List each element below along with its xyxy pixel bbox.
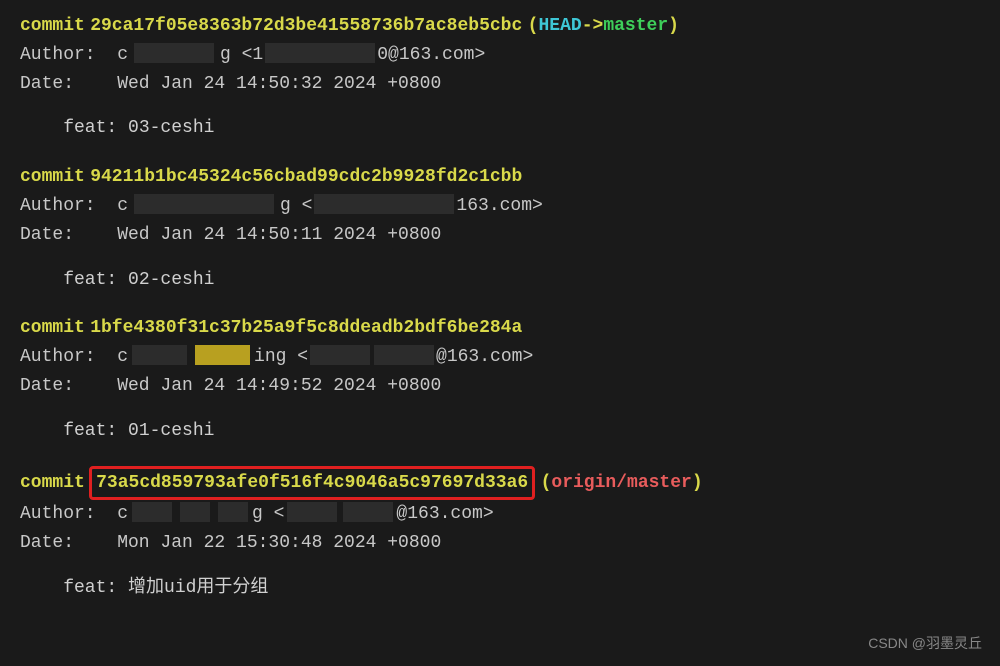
date-value: Wed Jan 24 14:49:52 2024 +0800 <box>117 372 441 401</box>
redacted-name-3 <box>218 502 248 522</box>
redacted-email-2 <box>343 502 393 522</box>
author-email-suffix: 163.com> <box>456 192 542 221</box>
redacted-name <box>134 43 214 63</box>
commit-message: feat: 01-ceshi <box>20 417 980 446</box>
date-line: Date: Mon Jan 22 15:30:48 2024 +0800 <box>20 529 980 558</box>
author-suffix: ing < <box>254 343 308 372</box>
commit-label: commit <box>20 12 85 41</box>
commit-hash: 29ca17f05e8363b72d3be41558736b7ac8eb5cbc <box>90 12 522 41</box>
redacted-name-1 <box>132 502 172 522</box>
author-prefix: c <box>117 192 128 221</box>
commit-header-line: commit 1bfe4380f31c37b25a9f5c8ddeadb2bdf… <box>20 314 980 343</box>
date-line: Date: Wed Jan 24 14:50:11 2024 +0800 <box>20 221 980 250</box>
date-line: Date: Wed Jan 24 14:49:52 2024 +0800 <box>20 372 980 401</box>
redacted-name-2 <box>195 345 250 365</box>
commit-entry-2: commit 94211b1bc45324c56cbad99cdc2b9928f… <box>20 163 980 294</box>
date-value: Wed Jan 24 14:50:11 2024 +0800 <box>117 221 441 250</box>
paren-open: ( <box>541 469 552 498</box>
watermark: CSDN @羽墨灵丘 <box>868 632 982 654</box>
redacted-email <box>314 194 454 214</box>
author-email-suffix: @163.com> <box>436 343 533 372</box>
author-label: Author: <box>20 500 117 529</box>
ref-master: master <box>603 12 668 41</box>
author-line: Author: c g < @163.com> <box>20 500 980 529</box>
redacted-email <box>265 43 375 63</box>
date-label: Date: <box>20 70 117 99</box>
commit-entry-4: commit 73a5cd859793afe0f516f4c9046a5c976… <box>20 466 980 603</box>
commit-message: feat: 增加uid用于分组 <box>20 574 980 603</box>
author-email-suffix: 0@163.com> <box>377 41 485 70</box>
commit-header-line: commit 73a5cd859793afe0f516f4c9046a5c976… <box>20 466 980 501</box>
author-suffix: g < <box>252 500 284 529</box>
author-suffix: g < <box>280 192 312 221</box>
highlighted-hash-box: 73a5cd859793afe0f516f4c9046a5c97697d33a6 <box>89 466 535 501</box>
commit-header-line: commit 29ca17f05e8363b72d3be41558736b7ac… <box>20 12 980 41</box>
paren-close: ) <box>668 12 679 41</box>
commit-entry-3: commit 1bfe4380f31c37b25a9f5c8ddeadb2bdf… <box>20 314 980 445</box>
commit-label: commit <box>20 163 85 192</box>
date-label: Date: <box>20 221 117 250</box>
commit-label: commit <box>20 469 85 498</box>
ref-arrow: -> <box>582 12 604 41</box>
commit-header-line: commit 94211b1bc45324c56cbad99cdc2b9928f… <box>20 163 980 192</box>
redacted-name-2 <box>180 502 210 522</box>
ref-origin-master: origin/master <box>551 469 691 498</box>
commit-hash: 1bfe4380f31c37b25a9f5c8ddeadb2bdf6be284a <box>90 314 522 343</box>
date-label: Date: <box>20 372 117 401</box>
author-prefix: c <box>117 41 128 70</box>
paren-open: ( <box>528 12 539 41</box>
author-line: Author: c g < 163.com> <box>20 192 980 221</box>
date-line: Date: Wed Jan 24 14:50:32 2024 +0800 <box>20 70 980 99</box>
redacted-email-1 <box>310 345 370 365</box>
author-line: Author: c g <1 0@163.com> <box>20 41 980 70</box>
commit-message: feat: 02-ceshi <box>20 266 980 295</box>
commit-hash: 94211b1bc45324c56cbad99cdc2b9928fd2c1cbb <box>90 163 522 192</box>
author-suffix: g <1 <box>220 41 263 70</box>
date-label: Date: <box>20 529 117 558</box>
ref-head: HEAD <box>538 12 581 41</box>
date-value: Mon Jan 22 15:30:48 2024 +0800 <box>117 529 441 558</box>
commit-hash: 73a5cd859793afe0f516f4c9046a5c97697d33a6 <box>96 473 528 493</box>
author-email-suffix: @163.com> <box>396 500 493 529</box>
commit-message: feat: 03-ceshi <box>20 114 980 143</box>
author-prefix: c <box>117 343 128 372</box>
redacted-name-1 <box>132 345 187 365</box>
author-label: Author: <box>20 343 117 372</box>
date-value: Wed Jan 24 14:50:32 2024 +0800 <box>117 70 441 99</box>
paren-close: ) <box>692 469 703 498</box>
author-prefix: c <box>117 500 128 529</box>
commit-label: commit <box>20 314 85 343</box>
author-label: Author: <box>20 41 117 70</box>
commit-entry-1: commit 29ca17f05e8363b72d3be41558736b7ac… <box>20 12 980 143</box>
redacted-email-1 <box>287 502 337 522</box>
redacted-name <box>134 194 274 214</box>
redacted-email-2 <box>374 345 434 365</box>
author-line: Author: c ing < @163.com> <box>20 343 980 372</box>
author-label: Author: <box>20 192 117 221</box>
